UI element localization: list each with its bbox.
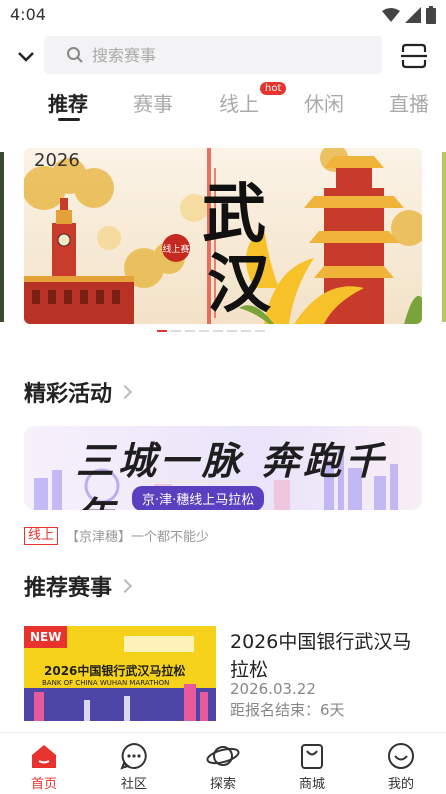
bottom-nav: 首页 社区 探索 商城 我的 (0, 732, 446, 794)
races-title: 推荐赛事 (24, 576, 113, 601)
race-thumbnail[interactable]: NEW 2026中国银行武汉马拉松 BANK OF CHINA WUHAN MA… (24, 626, 216, 721)
signal-icon (405, 7, 421, 23)
activity-info: 线上 【京津穗】一个都不能少 (24, 526, 209, 545)
activities-header[interactable]: 精彩活动 (24, 376, 133, 408)
banner-title-2: 汉 (207, 247, 272, 322)
status-bar: 4:04 (0, 0, 446, 30)
banner-title-1: 武 (202, 177, 266, 252)
chat-icon (120, 742, 147, 770)
carousel-prev-peek (0, 152, 4, 322)
tab-indicator (58, 118, 80, 121)
race-date: 2026.03.22 (230, 680, 316, 698)
nav-mall[interactable]: 商城 (282, 741, 342, 792)
home-icon (32, 745, 56, 768)
activity-banner[interactable]: 三城一脉 奔跑千年 京·津·穗线上马拉松 (24, 426, 422, 510)
banner-year: 2026 (34, 150, 80, 171)
tab-leisure[interactable]: 休闲 (304, 88, 344, 117)
race-thumbnail-subtitle: BANK OF CHINA WUHAN MARATHON (42, 679, 170, 687)
nav-explore[interactable]: 探索 (193, 741, 253, 792)
carousel-dot (157, 330, 167, 332)
new-badge: NEW (24, 626, 68, 648)
banner-online-badge: 线上赛 (162, 243, 189, 255)
chevron-right-icon (117, 384, 133, 400)
carousel-dots (157, 330, 265, 332)
race-name[interactable]: 2026中国银行武汉马拉松 (230, 628, 430, 684)
race-countdown: 距报名结束：6天 (230, 701, 345, 719)
carousel-dot (255, 330, 265, 332)
carousel-banner[interactable]: 线上赛 武 汉 2026 (24, 148, 422, 324)
nav-community[interactable]: 社区 (104, 741, 164, 792)
app-screen: 4:04 推荐 赛事 线上 休闲 直播 hot (0, 0, 446, 794)
carousel-dot (171, 330, 181, 332)
carousel-dot (199, 330, 209, 332)
carousel-dot (213, 330, 223, 332)
wifi-icon (382, 8, 400, 22)
nav-home[interactable]: 首页 (14, 741, 74, 792)
tab-live[interactable]: 直播 (389, 88, 429, 117)
status-time: 4:04 (10, 5, 46, 24)
activity-banner-subtitle: 京·津·穗线上马拉松 (132, 486, 265, 510)
planet-icon (206, 746, 240, 766)
activities-title: 精彩活动 (24, 382, 113, 407)
chevron-right-icon (117, 578, 133, 594)
search-icon (67, 47, 83, 63)
nav-me[interactable]: 我的 (371, 741, 431, 792)
hot-badge: hot (260, 82, 287, 95)
search-bar[interactable] (44, 36, 382, 74)
carousel-dot (185, 330, 195, 332)
scan-icon[interactable] (400, 42, 428, 70)
battery-icon (426, 6, 436, 24)
activity-desc: 【京津穗】一个都不能少 (66, 530, 210, 545)
race-thumbnail-title: 2026中国银行武汉马拉松 (44, 664, 186, 678)
smile-icon (388, 743, 414, 769)
carousel-dot (241, 330, 251, 332)
shopping-bag-icon (301, 744, 323, 769)
online-tag: 线上 (24, 526, 59, 545)
races-header[interactable]: 推荐赛事 (24, 570, 133, 602)
category-tabs: 推荐 赛事 线上 休闲 直播 (0, 80, 446, 130)
tab-recommend[interactable]: 推荐 (48, 88, 88, 117)
carousel-dot (227, 330, 237, 332)
chevron-down-icon[interactable] (16, 46, 36, 66)
carousel-next-peek (442, 152, 446, 322)
search-input[interactable] (92, 36, 362, 74)
tab-online[interactable]: 线上 (219, 88, 259, 117)
tab-events[interactable]: 赛事 (133, 88, 173, 117)
banner-artwork: 线上赛 武 汉 (24, 148, 422, 324)
